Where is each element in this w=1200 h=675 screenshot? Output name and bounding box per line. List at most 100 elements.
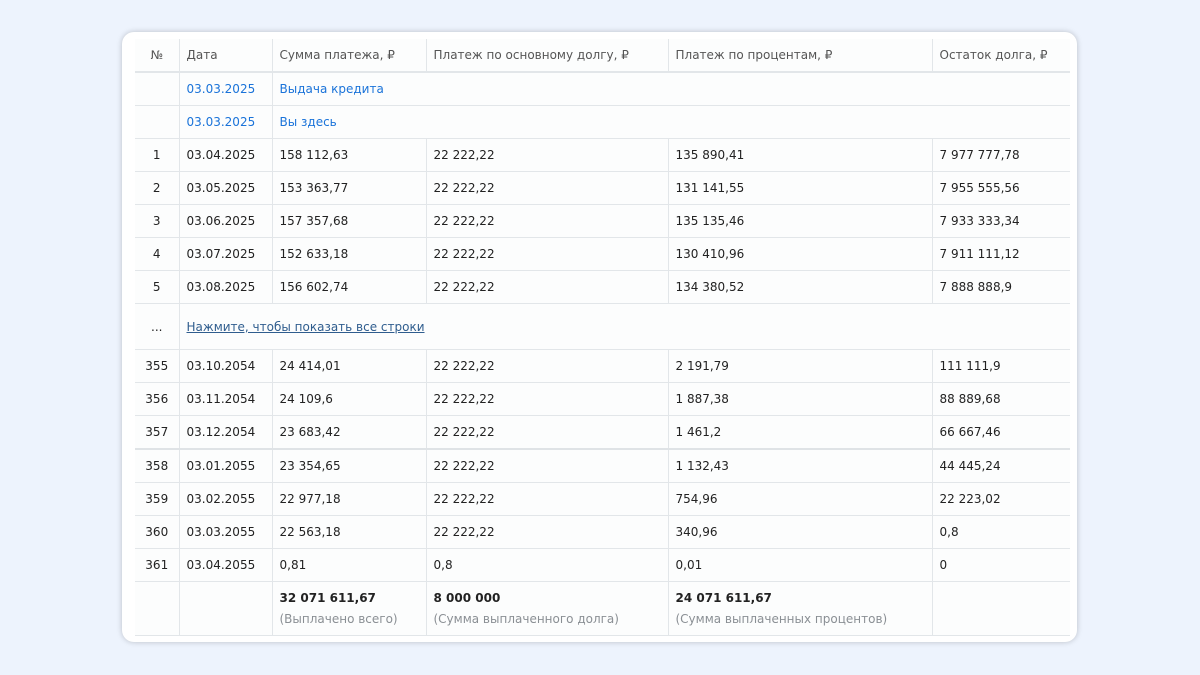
row-payment: 157 357,68 [272,204,427,238]
row-date: 03.12.2054 [179,415,273,450]
row-payment: 0,81 [272,548,427,582]
row-number: 5 [135,270,180,304]
row-interest: 340,96 [668,515,933,549]
total-principal-caption: (Сумма выплаченного долга) [433,612,619,626]
row-balance: 88 889,68 [932,382,1070,416]
table-row: 360 03.03.2055 22 563,18 22 222,22 340,9… [135,515,1070,549]
row-date: 03.08.2025 [179,270,273,304]
row-payment: 22 563,18 [272,515,427,549]
row-interest: 2 191,79 [668,349,933,383]
you-are-here-label: Вы здесь [272,105,1070,139]
row-payment: 23 683,42 [272,415,427,450]
column-header-payment: Сумма платежа, ₽ [272,39,427,73]
row-date: 03.11.2054 [179,382,273,416]
row-interest: 1 461,2 [668,415,933,450]
total-interest-cell: 24 071 611,67 (Сумма выплаченных процент… [668,581,933,636]
table-header-row: № Дата Сумма платежа, ₽ Платеж по основн… [135,39,1070,73]
row-interest: 135 890,41 [668,138,933,172]
total-principal-value: 8 000 000 [433,591,501,605]
row-interest: 134 380,52 [668,270,933,304]
row-date: 03.07.2025 [179,237,273,271]
row-balance: 7 977 777,78 [932,138,1070,172]
loan-issue-date: 03.03.2025 [179,72,273,106]
table-row: 4 03.07.2025 152 633,18 22 222,22 130 41… [135,237,1070,271]
row-date: 03.03.2055 [179,515,273,549]
row-balance: 44 445,24 [932,449,1070,483]
row-number: 356 [135,382,180,416]
table-row: 5 03.08.2025 156 602,74 22 222,22 134 38… [135,270,1070,304]
row-number: 2 [135,171,180,205]
column-header-date: Дата [179,39,273,73]
row-payment: 24 109,6 [272,382,427,416]
table-row: 355 03.10.2054 24 414,01 22 222,22 2 191… [135,349,1070,383]
row-balance: 66 667,46 [932,415,1070,450]
column-header-number: № [135,39,180,73]
row-payment: 158 112,63 [272,138,427,172]
loan-issue-row: 03.03.2025 Выдача кредита [135,72,1070,106]
row-principal: 22 222,22 [426,415,669,450]
row-principal: 22 222,22 [426,449,669,483]
row-principal: 22 222,22 [426,515,669,549]
table-row: 1 03.04.2025 158 112,63 22 222,22 135 89… [135,138,1070,172]
row-payment: 156 602,74 [272,270,427,304]
row-date: 03.04.2055 [179,548,273,582]
ellipsis-cell: ... [135,303,180,350]
row-number: 358 [135,449,180,483]
total-payment-caption: (Выплачено всего) [279,612,398,626]
column-header-interest: Платеж по процентам, ₽ [668,39,933,73]
total-payment-value: 32 071 611,67 [279,591,376,605]
row-number: 3 [135,204,180,238]
total-interest-value: 24 071 611,67 [675,591,772,605]
row-principal: 22 222,22 [426,382,669,416]
row-principal: 22 222,22 [426,138,669,172]
row-number: 4 [135,237,180,271]
row-payment: 153 363,77 [272,171,427,205]
row-date: 03.01.2055 [179,449,273,483]
row-date: 03.06.2025 [179,204,273,238]
row-interest: 130 410,96 [668,237,933,271]
row-interest: 135 135,46 [668,204,933,238]
empty-cell [135,581,180,636]
row-interest: 1 887,38 [668,382,933,416]
row-balance: 0,8 [932,515,1070,549]
table-row: 358 03.01.2055 23 354,65 22 222,22 1 132… [135,449,1070,483]
row-balance: 111 111,9 [932,349,1070,383]
row-principal: 22 222,22 [426,171,669,205]
row-number: 355 [135,349,180,383]
row-date: 03.10.2054 [179,349,273,383]
empty-cell [932,581,1070,636]
table-row: 2 03.05.2025 153 363,77 22 222,22 131 14… [135,171,1070,205]
total-principal-cell: 8 000 000 (Сумма выплаченного долга) [426,581,669,636]
total-interest-caption: (Сумма выплаченных процентов) [675,612,888,626]
total-payment-cell: 32 071 611,67 (Выплачено всего) [272,581,427,636]
row-interest: 754,96 [668,482,933,516]
row-principal: 22 222,22 [426,349,669,383]
schedule-card: № Дата Сумма платежа, ₽ Платеж по основн… [122,32,1077,642]
totals-row: 32 071 611,67 (Выплачено всего) 8 000 00… [135,581,1070,636]
row-balance: 7 888 888,9 [932,270,1070,304]
row-principal: 0,8 [426,548,669,582]
row-number: 361 [135,548,180,582]
show-all-cell: Нажмите, чтобы показать все строки [179,303,1070,350]
row-date: 03.04.2025 [179,138,273,172]
row-date: 03.02.2055 [179,482,273,516]
row-interest: 1 132,43 [668,449,933,483]
row-principal: 22 222,22 [426,482,669,516]
row-balance: 0 [932,548,1070,582]
you-are-here-date: 03.03.2025 [179,105,273,139]
row-balance: 22 223,02 [932,482,1070,516]
row-balance: 7 933 333,34 [932,204,1070,238]
row-balance: 7 955 555,56 [932,171,1070,205]
empty-cell [135,105,180,139]
you-are-here-row: 03.03.2025 Вы здесь [135,105,1070,139]
show-all-rows-link[interactable]: Нажмите, чтобы показать все строки [187,320,425,334]
row-payment: 23 354,65 [272,449,427,483]
row-interest: 0,01 [668,548,933,582]
table-row: 3 03.06.2025 157 357,68 22 222,22 135 13… [135,204,1070,238]
column-header-balance: Остаток долга, ₽ [932,39,1070,73]
row-payment: 152 633,18 [272,237,427,271]
row-number: 360 [135,515,180,549]
row-date: 03.05.2025 [179,171,273,205]
collapsed-rows-row: ... Нажмите, чтобы показать все строки [135,303,1070,350]
row-number: 1 [135,138,180,172]
